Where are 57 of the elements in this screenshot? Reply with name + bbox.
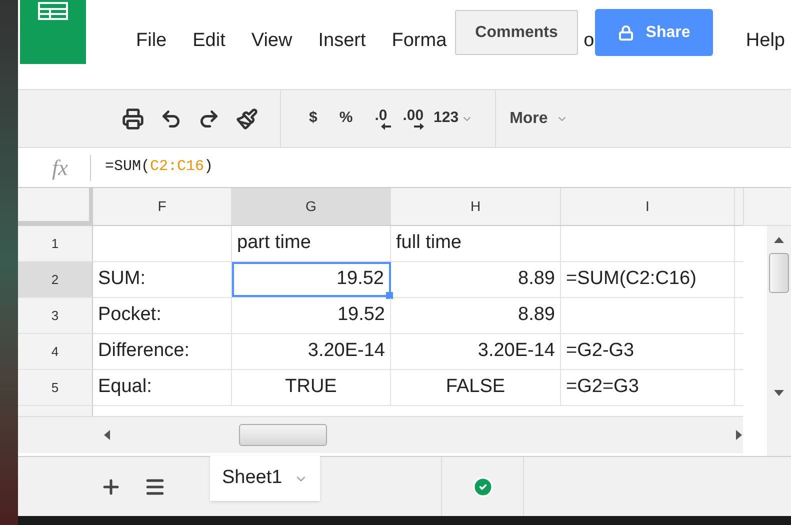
currency-format-button[interactable]: $ [309,107,318,130]
saved-check-icon [472,476,494,498]
column-header[interactable]: H [391,188,561,225]
table-cell[interactable]: Pocket: [93,298,232,333]
table-cell[interactable]: Equal: [93,370,232,405]
horizontal-scrollbar-thumb[interactable] [239,424,327,446]
table-cell[interactable]: 19.52 [232,262,391,297]
row-header[interactable]: 2 [18,262,93,297]
menu-item[interactable]: View [251,27,292,56]
column-header[interactable]: I [561,188,735,225]
formula-field[interactable]: =SUM(C2:C16) [105,156,214,179]
paint-format-icon[interactable] [236,108,258,130]
row-header[interactable]: 3 [18,298,93,333]
function-label: fx [51,154,69,182]
lock-icon [618,24,634,40]
table-cell[interactable]: SUM: [93,262,232,297]
table-cell[interactable]: 19.52 [232,298,391,333]
table-cell[interactable]: 3.20E-14 [232,334,391,369]
row-header[interactable]: 1 [18,226,93,261]
table-cell[interactable]: 8.89 [391,298,561,333]
row-header[interactable]: 4 [18,334,93,369]
redo-icon[interactable] [198,108,220,130]
decrease-decimals-button[interactable]: .0 [374,108,391,130]
table-cell[interactable]: Difference: [93,334,232,369]
left-arrow-icon [380,122,391,130]
comments-button[interactable]: Comments [455,10,578,55]
print-icon[interactable] [122,108,144,130]
menu-item[interactable]: o [584,27,594,56]
table-cell[interactable]: =SUM(C2:C16) [561,262,735,297]
table-cell[interactable]: 8.89 [391,262,561,297]
table-cell[interactable]: =G2-G3 [561,334,735,369]
number-format-button[interactable]: 123 [434,107,473,130]
menu-item[interactable]: Edit [192,27,226,56]
scroll-right-icon[interactable] [735,430,743,440]
vertical-scrollbar-thumb[interactable] [769,253,789,293]
table-cell[interactable]: =G2=G3 [561,370,735,405]
undo-icon[interactable] [160,108,182,130]
menu-item[interactable]: File [136,27,167,56]
table-cell[interactable]: part time [232,226,391,261]
right-arrow-icon [414,122,424,130]
table-cell[interactable]: 3.20E-14 [391,334,561,369]
sheet-tab[interactable]: Sheet1 [210,456,320,501]
table-cell[interactable]: full time [391,226,561,261]
table-cell[interactable]: FALSE [391,370,561,405]
menu-item[interactable]: Help [746,27,785,56]
percent-format-button[interactable]: % [339,107,353,130]
more-button[interactable]: More [496,106,568,130]
menu-item[interactable]: Insert [318,27,366,56]
scroll-left-icon[interactable] [103,430,111,440]
table-cell[interactable]: TRUE [232,370,391,405]
spreadsheet-logo-icon[interactable] [20,0,86,64]
increase-decimals-button[interactable]: .00 [402,108,424,130]
column-header[interactable]: G [232,188,391,225]
menu-item[interactable]: Forma [392,27,447,56]
scroll-down-icon[interactable] [774,389,784,396]
scroll-up-icon[interactable] [774,236,784,243]
row-header[interactable]: 5 [18,370,93,405]
